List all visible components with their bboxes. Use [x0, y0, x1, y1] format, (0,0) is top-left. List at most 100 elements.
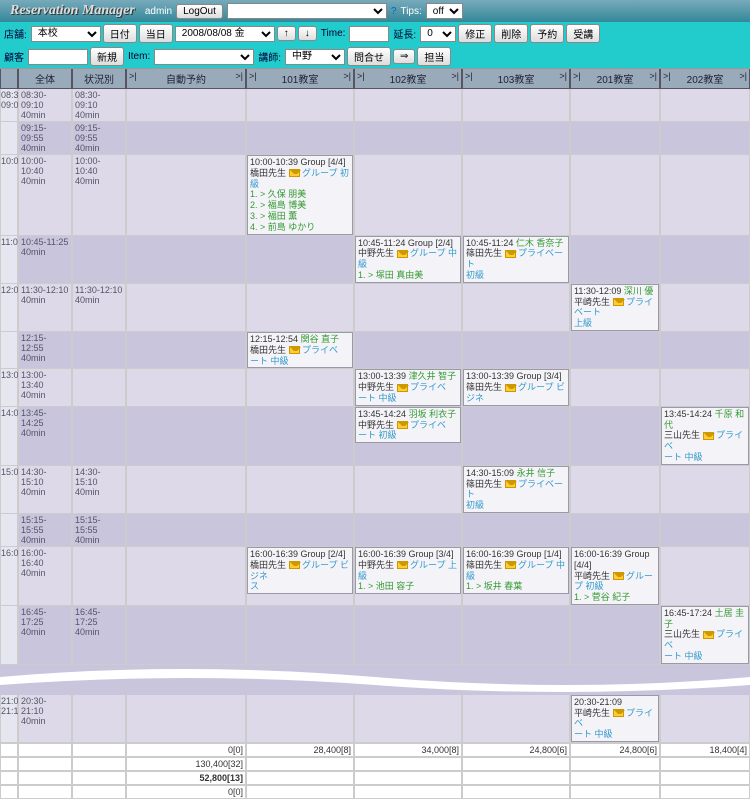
- slot-cell[interactable]: 15:15-15:5540min: [18, 514, 72, 547]
- new-button[interactable]: 新規: [90, 47, 124, 66]
- col-nav-left[interactable]: >|: [465, 71, 473, 81]
- schedule-cell[interactable]: [354, 606, 462, 665]
- schedule-cell[interactable]: 16:00-16:39 Group [4/4]平崎先生 グループ 初級1. > …: [570, 547, 660, 606]
- schedule-cell[interactable]: [660, 369, 750, 406]
- ext-select[interactable]: 0: [420, 26, 456, 42]
- col-nav-left[interactable]: >|: [573, 71, 581, 81]
- teacher-select[interactable]: 中野: [285, 49, 345, 65]
- schedule-cell[interactable]: [126, 284, 246, 332]
- schedule-cell[interactable]: [462, 606, 570, 665]
- slot-cell[interactable]: 10:00-10:4040min: [18, 155, 72, 236]
- appointment[interactable]: 12:15-12:54 関谷 直子橋田先生 プライベート 中級: [247, 332, 353, 368]
- schedule-cell[interactable]: [570, 332, 660, 369]
- schedule-cell[interactable]: 13:45-14:24 千原 和代三山先生 プライベート 中級: [660, 407, 750, 466]
- schedule-cell[interactable]: [570, 89, 660, 122]
- schedule-cell[interactable]: 12:15-12:54 関谷 直子橋田先生 プライベート 中級: [246, 332, 354, 369]
- schedule-cell[interactable]: 20:30-21:09平崎先生 プライベート 中級: [570, 695, 660, 743]
- slot-cell[interactable]: [72, 369, 126, 406]
- schedule-cell[interactable]: [660, 332, 750, 369]
- schedule-cell[interactable]: [246, 236, 354, 284]
- schedule-cell[interactable]: [126, 236, 246, 284]
- schedule-cell[interactable]: [570, 514, 660, 547]
- slot-cell[interactable]: 20:30-21:1040min: [18, 695, 72, 743]
- slot-cell[interactable]: 16:45-17:2540min: [18, 606, 72, 665]
- schedule-cell[interactable]: [462, 514, 570, 547]
- schedule-cell[interactable]: 16:00-16:39 Group [2/4]橋田先生 グループ ビジネス: [246, 547, 354, 606]
- schedule-cell[interactable]: [246, 284, 354, 332]
- col-nav-right[interactable]: >|: [451, 71, 459, 81]
- store-select[interactable]: 本校: [31, 26, 101, 42]
- schedule-cell[interactable]: [570, 122, 660, 155]
- schedule-cell[interactable]: [126, 606, 246, 665]
- schedule-cell[interactable]: [660, 466, 750, 514]
- reserve-button[interactable]: 予約: [530, 24, 564, 43]
- schedule-cell[interactable]: [570, 466, 660, 514]
- schedule-cell[interactable]: 16:00-16:39 Group [3/4]中野先生 グループ 上級1. > …: [354, 547, 462, 606]
- schedule-cell[interactable]: [570, 236, 660, 284]
- appointment[interactable]: 16:00-16:39 Group [3/4]中野先生 グループ 上級1. > …: [355, 547, 461, 594]
- appointment[interactable]: 16:00-16:39 Group [2/4]橋田先生 グループ ビジネス: [247, 547, 353, 594]
- schedule-cell[interactable]: 13:00-13:39 津久井 智子中野先生 プライベート 中級: [354, 369, 462, 406]
- schedule-cell[interactable]: 13:45-14:24 羽坂 利衣子中野先生 プライベート 初級: [354, 407, 462, 466]
- header-select[interactable]: [227, 3, 387, 19]
- slot-cell[interactable]: [72, 236, 126, 284]
- appointment[interactable]: 10:45-11:24 仁木 香奈子篠田先生 プライベート初級: [463, 236, 569, 283]
- slot-cell[interactable]: 16:45-17:2540min: [72, 606, 126, 665]
- col-nav-left[interactable]: >|: [129, 71, 137, 81]
- schedule-cell[interactable]: [354, 89, 462, 122]
- schedule-cell[interactable]: [660, 695, 750, 743]
- appointment[interactable]: 10:00-10:39 Group [4/4]橋田先生 グループ 初級1. > …: [247, 155, 353, 235]
- col-nav-right[interactable]: >|: [343, 71, 351, 81]
- appointment[interactable]: 16:00-16:39 Group [4/4]平崎先生 グループ 初級1. > …: [571, 547, 659, 605]
- schedule-cell[interactable]: [462, 407, 570, 466]
- slot-cell[interactable]: [72, 547, 126, 606]
- assign-button[interactable]: 担当: [417, 47, 451, 66]
- slot-cell[interactable]: 13:45-14:2540min: [18, 407, 72, 466]
- appointment[interactable]: 13:45-14:24 千原 和代三山先生 プライベート 中級: [661, 407, 749, 465]
- slot-cell[interactable]: 14:30-15:1040min: [18, 466, 72, 514]
- schedule-cell[interactable]: 10:45-11:24 仁木 香奈子篠田先生 プライベート初級: [462, 236, 570, 284]
- slot-cell[interactable]: 11:30-12:1040min: [18, 284, 72, 332]
- schedule-cell[interactable]: [126, 332, 246, 369]
- schedule-cell[interactable]: [462, 89, 570, 122]
- schedule-cell[interactable]: [246, 695, 354, 743]
- schedule-cell[interactable]: [570, 606, 660, 665]
- schedule-cell[interactable]: [660, 514, 750, 547]
- schedule-cell[interactable]: 13:00-13:39 Group [3/4]篠田先生 グループ ビジネ: [462, 369, 570, 406]
- schedule-cell[interactable]: 16:00-16:39 Group [1/4]篠田先生 グループ 中級1. > …: [462, 547, 570, 606]
- schedule-cell[interactable]: [354, 695, 462, 743]
- prev-button[interactable]: ↑: [277, 26, 296, 41]
- schedule-cell[interactable]: [354, 284, 462, 332]
- slot-cell[interactable]: 09:15-09:5540min: [72, 122, 126, 155]
- schedule-cell[interactable]: [660, 155, 750, 236]
- appointment[interactable]: 10:45-11:24 Group [2/4]中野先生 グループ 中級1. > …: [355, 236, 461, 283]
- slot-cell[interactable]: [72, 332, 126, 369]
- schedule-cell[interactable]: [246, 466, 354, 514]
- col-nav-left[interactable]: >|: [249, 71, 257, 81]
- appointment[interactable]: 11:30-12:09 深川 優平崎先生 プライベート上級: [571, 284, 659, 331]
- next-button[interactable]: ↓: [298, 26, 317, 41]
- slot-cell[interactable]: 08:30-09:1040min: [72, 89, 126, 122]
- date-select[interactable]: 2008/08/08 金: [175, 26, 275, 42]
- slot-cell[interactable]: 16:00-16:4040min: [18, 547, 72, 606]
- schedule-cell[interactable]: [462, 155, 570, 236]
- schedule-cell[interactable]: [126, 514, 246, 547]
- schedule-cell[interactable]: [354, 514, 462, 547]
- schedule-cell[interactable]: [462, 332, 570, 369]
- cust-input[interactable]: [28, 49, 88, 65]
- date-button[interactable]: 日付: [103, 24, 137, 43]
- schedule-cell[interactable]: [246, 606, 354, 665]
- schedule-cell[interactable]: [354, 466, 462, 514]
- slot-cell[interactable]: 13:00-13:4040min: [18, 369, 72, 406]
- schedule-cell[interactable]: [354, 332, 462, 369]
- schedule-cell[interactable]: [660, 122, 750, 155]
- appointment[interactable]: 13:00-13:39 津久井 智子中野先生 プライベート 中級: [355, 369, 461, 405]
- schedule-cell[interactable]: [660, 89, 750, 122]
- schedule-cell[interactable]: [246, 122, 354, 155]
- schedule-cell[interactable]: [126, 155, 246, 236]
- appointment[interactable]: 14:30-15:09 永井 信子篠田先生 プライベート初級: [463, 466, 569, 513]
- logout-button[interactable]: LogOut: [176, 4, 223, 19]
- schedule-cell[interactable]: [660, 547, 750, 606]
- col-nav-right[interactable]: >|: [739, 71, 747, 81]
- schedule-cell[interactable]: [462, 122, 570, 155]
